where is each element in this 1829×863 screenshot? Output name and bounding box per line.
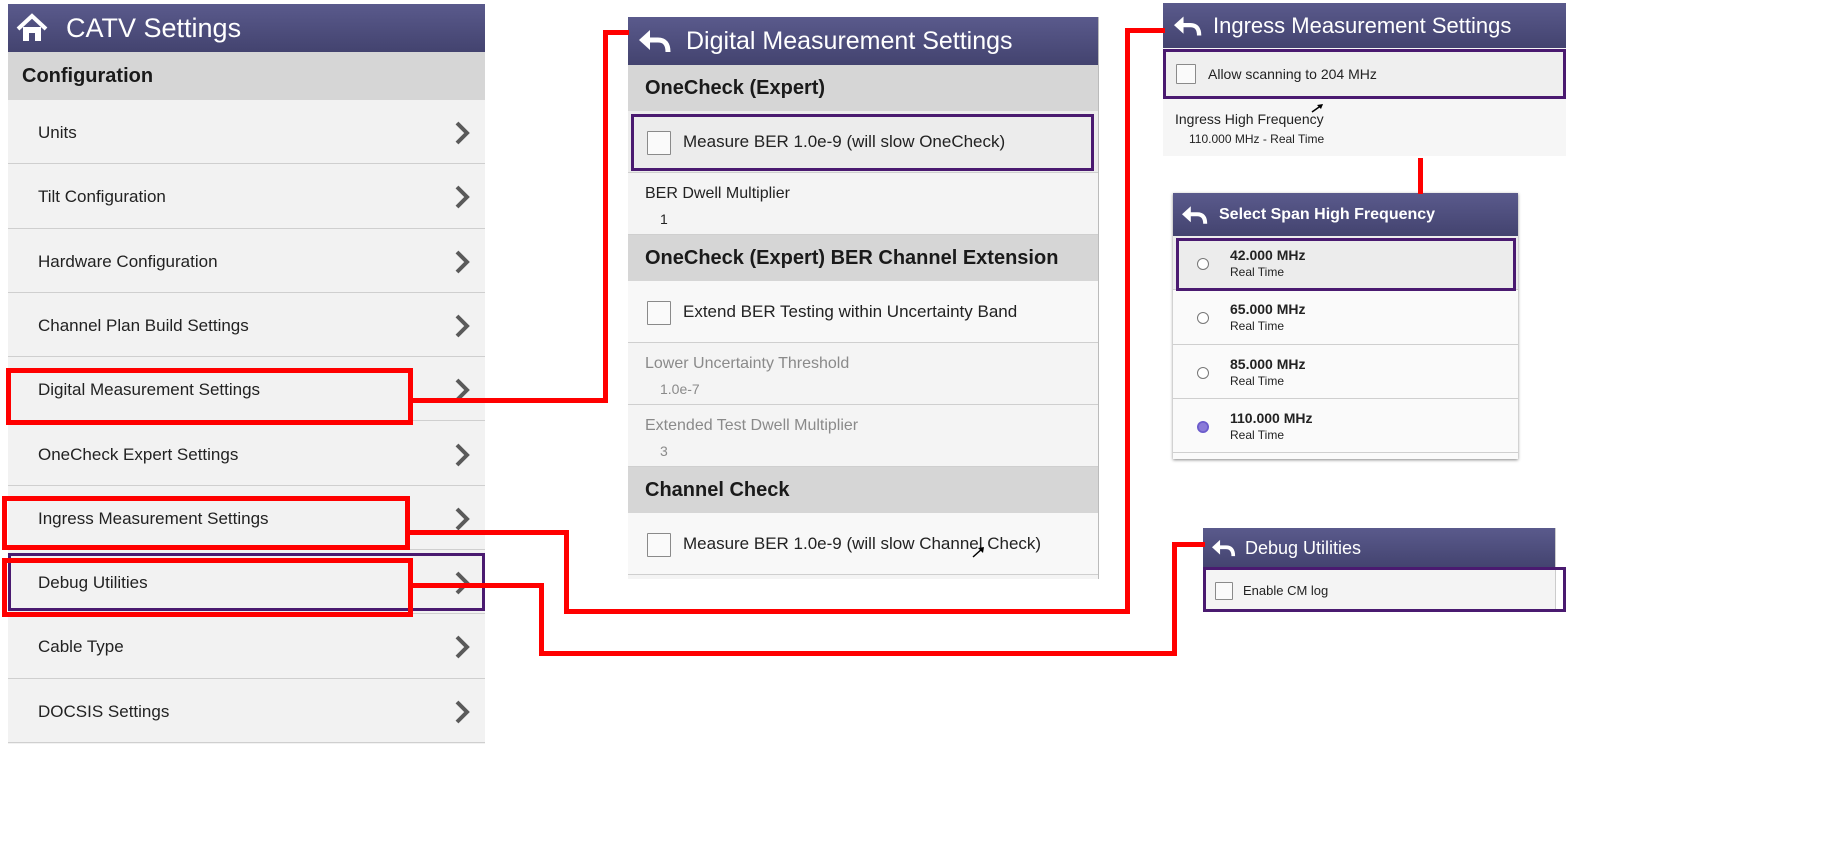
span-title: Select Span High Frequency	[1219, 205, 1436, 223]
span-header: Select Span High Frequency	[1173, 193, 1518, 236]
span-option-freq: 110.000 MHz	[1230, 409, 1313, 426]
back-arrow-icon[interactable]	[1179, 203, 1209, 227]
section-onecheck-expert: OneCheck (Expert)	[628, 65, 1098, 111]
chevron-right-icon	[454, 699, 470, 730]
ber-dwell-row[interactable]: BER Dwell Multiplier 1	[628, 173, 1098, 235]
cm-log-highlight	[1203, 567, 1566, 612]
debug-header: Debug Utilities	[1203, 528, 1555, 568]
section-channel-check: Channel Check	[628, 467, 1098, 513]
ext-dwell-label: Extended Test Dwell Multiplier	[645, 417, 859, 434]
debug-item-highlight	[2, 558, 413, 617]
settings-item[interactable]: Cable Type	[8, 614, 485, 679]
connector-line	[1418, 158, 1423, 194]
settings-item[interactable]: Hardware Configuration	[8, 228, 485, 293]
cursor-arrow-icon	[972, 545, 986, 558]
connector-line	[564, 609, 1130, 614]
back-arrow-icon[interactable]	[636, 26, 672, 56]
settings-item-label: Cable Type	[38, 637, 124, 657]
extend-ber-row[interactable]: Extend BER Testing within Uncertainty Ba…	[628, 281, 1098, 343]
digital-measurement-panel: Digital Measurement Settings OneCheck (E…	[628, 17, 1099, 579]
connector-line	[539, 583, 544, 656]
chevron-right-icon	[454, 184, 470, 215]
cursor-arrow-icon	[1311, 100, 1325, 113]
span-option-mode: Real Time	[1230, 319, 1285, 334]
measure-ber-cc-label: Measure BER 1.0e-9 (will slow Channel Ch…	[683, 534, 1042, 553]
connector-line	[411, 583, 544, 588]
ber-dwell-label: BER Dwell Multiplier	[645, 185, 790, 202]
back-arrow-icon[interactable]	[1171, 13, 1203, 39]
chevron-right-icon	[454, 634, 470, 665]
digital-title: Digital Measurement Settings	[686, 26, 1013, 55]
home-icon[interactable]	[14, 10, 50, 46]
digital-header: Digital Measurement Settings	[628, 17, 1098, 65]
ext-dwell-row: Extended Test Dwell Multiplier 3	[628, 405, 1098, 467]
radio-icon[interactable]	[1197, 312, 1209, 325]
settings-item-label: OneCheck Expert Settings	[38, 444, 239, 464]
catv-header: CATV Settings	[8, 4, 485, 52]
lower-threshold-value: 1.0e-7	[660, 381, 700, 397]
ingress-header: Ingress Measurement Settings	[1163, 3, 1566, 48]
chevron-right-icon	[454, 442, 470, 473]
measure-ber-highlight	[631, 114, 1094, 171]
span-option[interactable]: 85.000 MHz Real Time	[1173, 344, 1518, 399]
settings-item[interactable]: OneCheck Expert Settings	[8, 421, 485, 486]
ber-dwell-value: 1	[660, 211, 668, 227]
connector-line	[1125, 28, 1165, 33]
lower-threshold-label: Lower Uncertainty Threshold	[645, 355, 850, 372]
page-title: CATV Settings	[66, 12, 242, 43]
settings-item[interactable]: Channel Plan Build Settings	[8, 292, 485, 358]
connector-line	[1172, 542, 1205, 547]
span-option-mode: Real Time	[1230, 427, 1285, 442]
measure-ber-cc-checkbox[interactable]	[647, 533, 671, 557]
radio-icon[interactable]	[1197, 420, 1209, 433]
ingress-title: Ingress Measurement Settings	[1213, 12, 1512, 38]
ingress-high-freq-label: Ingress High Frequency	[1175, 111, 1324, 127]
ext-dwell-value: 3	[660, 443, 668, 459]
settings-item-label: Tilt Configuration	[38, 187, 166, 207]
radio-icon[interactable]	[1197, 366, 1209, 379]
connector-line	[603, 30, 608, 403]
span-option-mode: Real Time	[1230, 373, 1285, 388]
allow-scanning-highlight	[1163, 49, 1566, 99]
measure-ber-cc-row[interactable]: Measure BER 1.0e-9 (will slow Channel Ch…	[628, 513, 1098, 575]
ingress-high-freq-value: 110.000 MHz - Real Time	[1189, 132, 1325, 146]
span-option-freq: 85.000 MHz	[1230, 355, 1306, 372]
chevron-right-icon	[454, 377, 470, 408]
ingress-item-highlight	[2, 496, 410, 550]
lower-threshold-row: Lower Uncertainty Threshold 1.0e-7	[628, 343, 1098, 405]
section-ber-channel-extension: OneCheck (Expert) BER Channel Extension	[628, 235, 1098, 281]
connector-line	[539, 651, 1177, 656]
debug-title: Debug Utilities	[1245, 537, 1362, 558]
settings-item[interactable]: Tilt Configuration	[8, 164, 485, 229]
settings-item[interactable]: Units	[8, 100, 485, 165]
digital-item-highlight	[6, 368, 413, 425]
chevron-right-icon	[454, 313, 470, 344]
span-option-freq: 65.000 MHz	[1230, 301, 1306, 318]
extend-ber-checkbox[interactable]	[647, 301, 671, 325]
connector-line	[1125, 28, 1130, 614]
settings-item-label: Units	[38, 123, 77, 142]
span-42-highlight	[1176, 238, 1516, 291]
span-panel: Select Span High Frequency 42.000 MHz Rea…	[1173, 193, 1518, 459]
chevron-right-icon	[454, 120, 470, 151]
settings-item-label: DOCSIS Settings	[38, 701, 170, 721]
connector-line	[603, 30, 629, 35]
settings-item-label: Hardware Configuration	[38, 251, 218, 271]
connector-line	[411, 398, 608, 403]
connector-line	[564, 530, 569, 614]
span-option[interactable]: 110.000 MHz Real Time	[1173, 398, 1518, 454]
span-option[interactable]: 65.000 MHz Real Time	[1173, 290, 1518, 345]
chevron-right-icon	[454, 249, 470, 280]
settings-item[interactable]: DOCSIS Settings	[8, 678, 485, 743]
back-arrow-icon[interactable]	[1209, 537, 1237, 559]
connector-line	[1172, 542, 1177, 656]
connector-line	[409, 530, 569, 535]
section-configuration: Configuration	[8, 52, 485, 100]
settings-item-label: Channel Plan Build Settings	[38, 315, 249, 335]
extend-ber-label: Extend BER Testing within Uncertainty Ba…	[683, 302, 1018, 321]
